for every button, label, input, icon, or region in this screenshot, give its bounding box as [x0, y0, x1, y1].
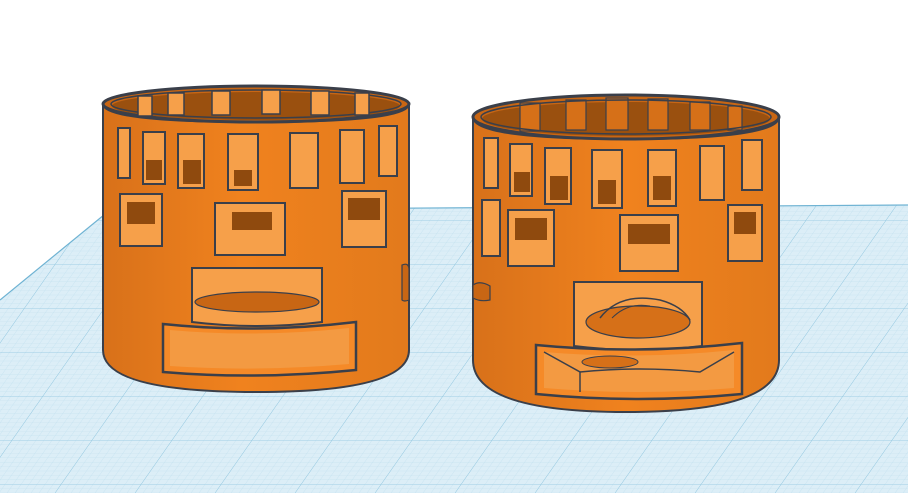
cylinder-holder-right[interactable]: [471, 93, 781, 414]
cylinder-holder-left[interactable]: [101, 84, 411, 394]
3d-viewport[interactable]: [0, 0, 908, 493]
